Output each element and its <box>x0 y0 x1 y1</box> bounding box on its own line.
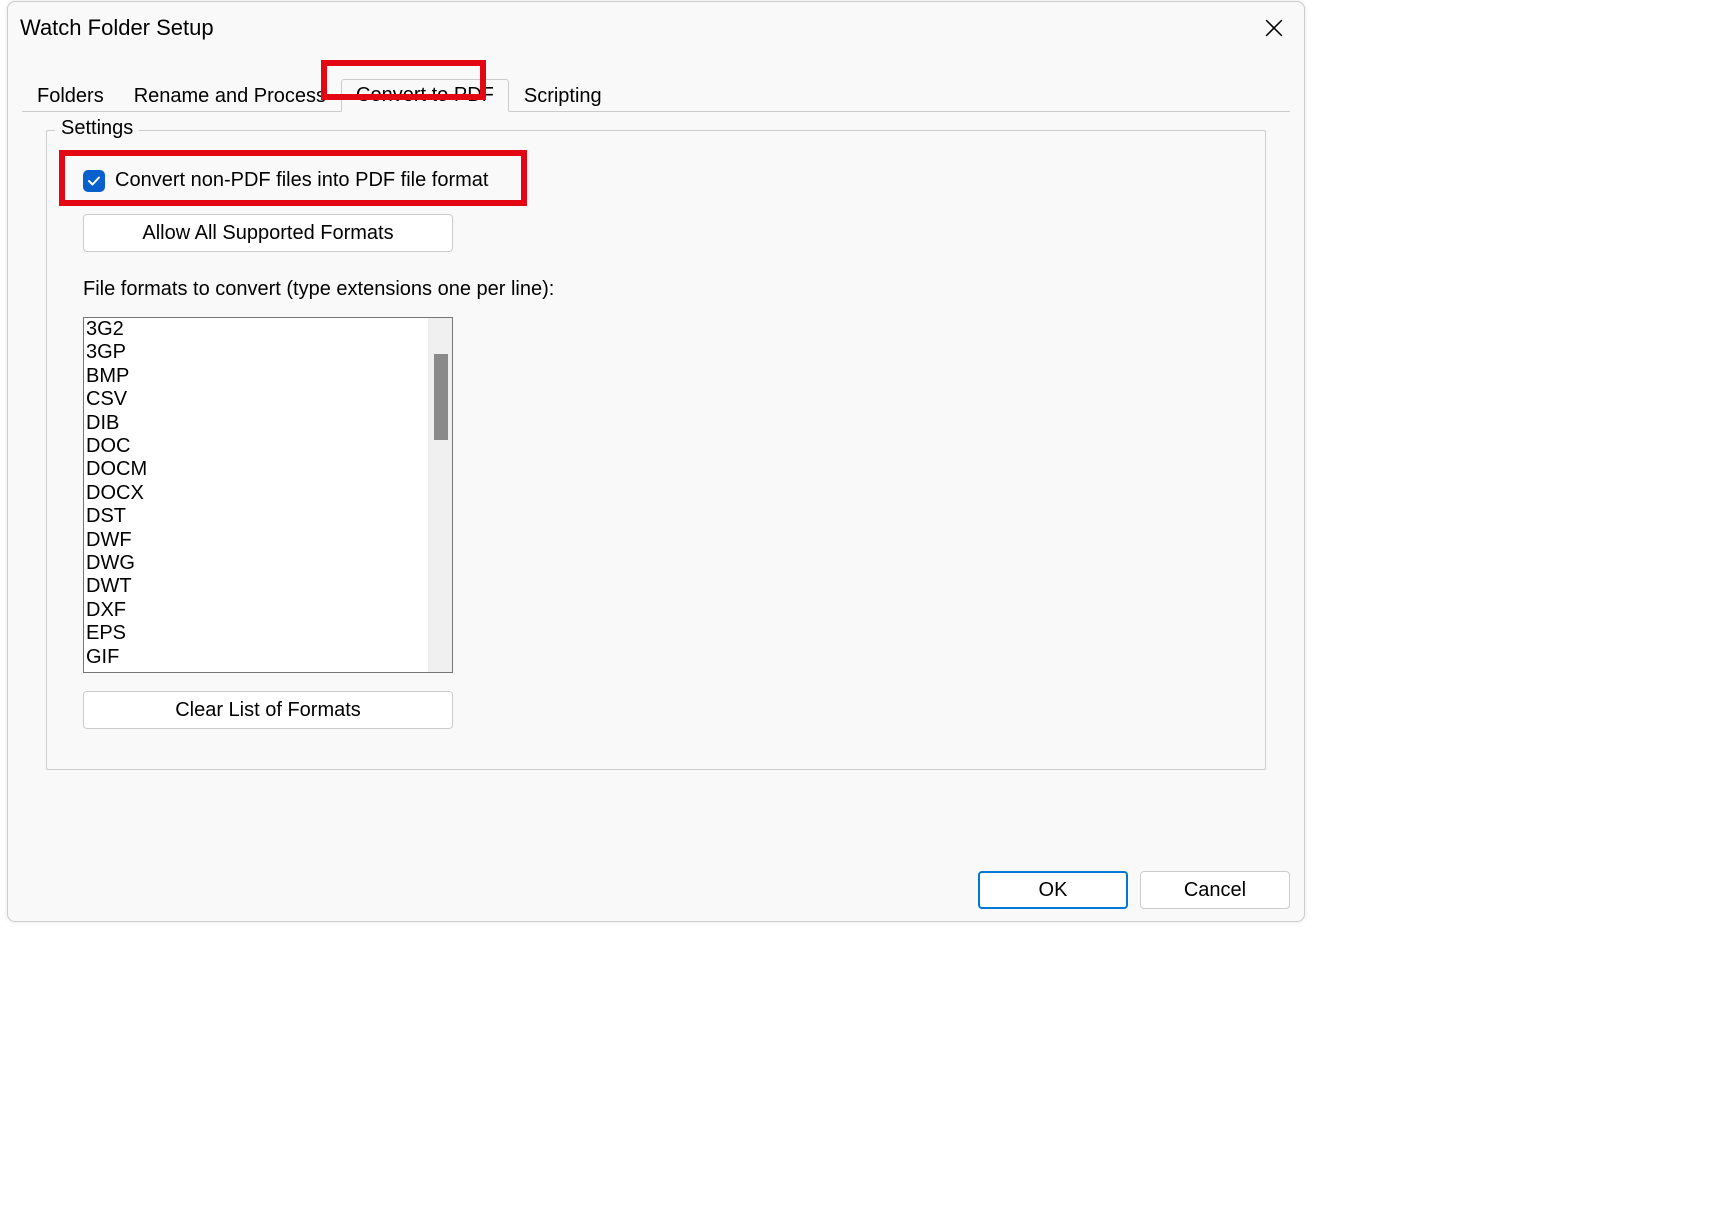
dialog-button-row: OK Cancel <box>978 871 1290 909</box>
checkmark-icon <box>87 174 101 188</box>
clear-list-button[interactable]: Clear List of Formats <box>83 691 453 729</box>
ok-button[interactable]: OK <box>978 871 1128 909</box>
scrollbar-thumb[interactable] <box>434 354 448 440</box>
tab-content: Settings Convert non-PDF files into PDF … <box>22 111 1290 876</box>
dialog-title: Watch Folder Setup <box>20 15 214 41</box>
tab-bar: Folders Rename and Process Convert to PD… <box>8 76 1304 111</box>
tab-scripting[interactable]: Scripting <box>509 80 617 112</box>
watch-folder-setup-dialog: Watch Folder Setup Folders Rename and Pr… <box>7 1 1305 922</box>
tab-folders[interactable]: Folders <box>22 80 119 112</box>
formats-label: File formats to convert (type extensions… <box>83 278 1229 301</box>
titlebar: Watch Folder Setup <box>8 2 1304 50</box>
close-button[interactable] <box>1254 12 1294 44</box>
tab-convert-to-pdf[interactable]: Convert to PDF <box>341 79 509 112</box>
close-icon <box>1265 19 1283 37</box>
convert-checkbox-label: Convert non-PDF files into PDF file form… <box>115 169 488 192</box>
formats-listbox[interactable]: 3G2 3GP BMP CSV DIB DOC DOCM DOCX DST DW… <box>83 317 453 673</box>
convert-checkbox-row: Convert non-PDF files into PDF file form… <box>83 169 1229 192</box>
settings-legend: Settings <box>55 117 139 140</box>
formats-listbox-content: 3G2 3GP BMP CSV DIB DOC DOCM DOCX DST DW… <box>84 318 430 672</box>
allow-all-formats-button[interactable]: Allow All Supported Formats <box>83 214 453 252</box>
settings-group: Settings Convert non-PDF files into PDF … <box>46 130 1266 770</box>
convert-checkbox[interactable] <box>83 170 105 192</box>
tab-rename-and-process[interactable]: Rename and Process <box>119 80 341 112</box>
scrollbar-track[interactable] <box>428 318 452 672</box>
cancel-button[interactable]: Cancel <box>1140 871 1290 909</box>
